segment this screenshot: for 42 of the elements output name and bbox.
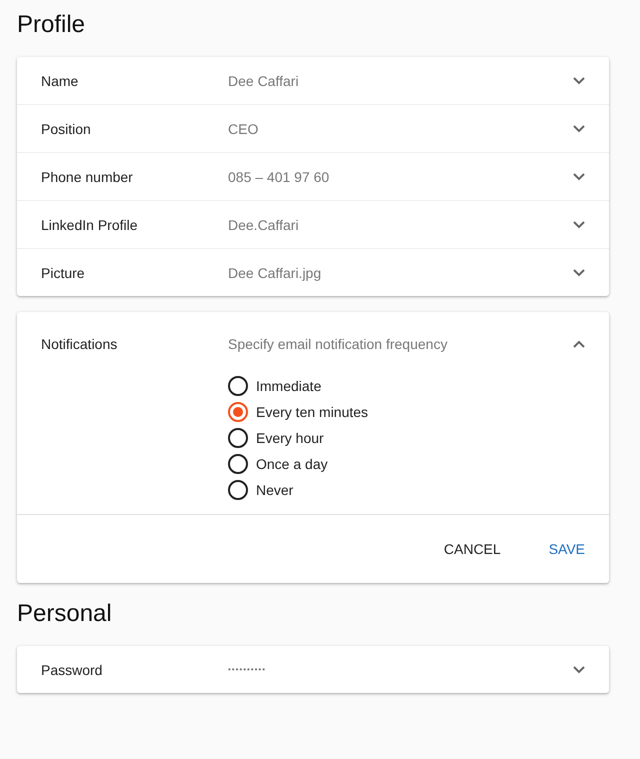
field-value: 085 – 401 97 60 <box>228 168 330 184</box>
panel-header[interactable]: Phone number 085 – 401 97 60 <box>17 153 609 200</box>
field-label: Picture <box>41 264 86 280</box>
section-title: Personal <box>17 599 113 629</box>
radio-button[interactable] <box>228 480 248 500</box>
panel-header[interactable]: LinkedIn Profile Dee.Caffari <box>17 201 609 248</box>
radio-label: Every ten minutes <box>256 404 368 420</box>
radio-label: Immediate <box>256 378 322 394</box>
radio-button[interactable] <box>228 428 248 448</box>
radio-label: Every hour <box>256 430 324 446</box>
radio-button[interactable] <box>228 402 248 422</box>
chevron-down-icon[interactable] <box>573 172 585 180</box>
field-label: Name <box>41 72 80 88</box>
field-value: Dee Caffari.jpg <box>228 264 322 280</box>
panel-header[interactable]: Position CEO <box>17 105 609 152</box>
radio-label: Once a day <box>256 456 328 472</box>
field-value: CEO <box>228 120 260 136</box>
cancel-button[interactable]: CANCEL <box>428 533 517 565</box>
chevron-down-icon[interactable] <box>573 220 585 228</box>
field-label: Phone number <box>41 168 134 184</box>
chevron-up-icon[interactable] <box>573 340 585 348</box>
field-label: Position <box>41 120 92 136</box>
radio-label: Never <box>256 482 294 498</box>
field-value: Specify email notification frequency <box>228 336 448 352</box>
field-value: Dee.Caffari <box>228 216 300 232</box>
radio-button[interactable] <box>228 376 248 396</box>
section-title: Profile <box>17 10 86 40</box>
field-value: Dee Caffari <box>228 72 300 88</box>
field-label: LinkedIn Profile <box>41 216 139 232</box>
field-label: Password <box>41 662 104 678</box>
panel-header[interactable]: Picture Dee Caffari.jpg <box>17 249 609 296</box>
masked-password: •••••••••• <box>228 665 268 674</box>
chevron-down-icon[interactable] <box>573 124 585 132</box>
save-button[interactable]: SAVE <box>532 533 601 565</box>
radio-button[interactable] <box>228 454 248 474</box>
chevron-down-icon[interactable] <box>573 76 585 84</box>
chevron-down-icon[interactable] <box>573 268 585 276</box>
panel-header[interactable]: Name Dee Caffari <box>17 57 609 104</box>
field-label: Notifications <box>41 336 118 352</box>
panel-header[interactable]: Notifications Specify email notification frequency <box>17 312 609 376</box>
panel-header[interactable]: Password •••••••••• <box>17 646 609 693</box>
chevron-down-icon[interactable] <box>573 666 585 674</box>
